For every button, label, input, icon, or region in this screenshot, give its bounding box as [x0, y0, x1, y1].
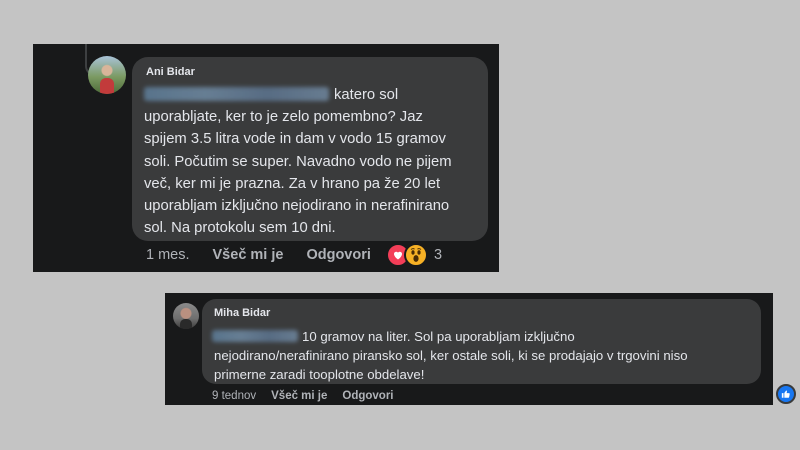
comment-panel: Ani Bidar katero sol uporabljate, ker to…: [33, 44, 499, 272]
comment-bubble: Miha Bidar 10 gramov na liter. Sol pa up…: [202, 299, 796, 404]
like-icon: [776, 384, 796, 404]
comment-timestamp[interactable]: 9 tednov: [212, 390, 256, 402]
comment-bubble: Ani Bidar katero sol uporabljate, ker to…: [132, 57, 488, 241]
reaction-summary[interactable]: [776, 384, 796, 404]
comment-timestamp[interactable]: 1 mes.: [146, 247, 190, 263]
avatar[interactable]: [88, 56, 126, 94]
comment-actions: 9 tednov Všeč mi je Odgovori: [212, 387, 394, 405]
comment-text: katero sol uporabljate, ker to je zelo p…: [144, 87, 452, 237]
comment-text: 10 gramov na liter. Sol pa uporabljam iz…: [214, 329, 688, 382]
reply-button[interactable]: Odgovori: [342, 390, 393, 402]
reaction-count: 3: [434, 247, 443, 263]
avatar[interactable]: [173, 303, 199, 329]
comment-author[interactable]: Ani Bidar: [146, 66, 195, 78]
reply-button[interactable]: Odgovori: [306, 247, 370, 263]
comment-panel: Miha Bidar 10 gramov na liter. Sol pa up…: [165, 293, 796, 405]
like-button[interactable]: Všeč mi je: [271, 390, 327, 402]
reaction-summary[interactable]: 3: [386, 243, 442, 267]
comment-actions: 1 mes. Všeč mi je Odgovori: [146, 243, 371, 267]
comment-author[interactable]: Miha Bidar: [214, 307, 270, 319]
wow-icon: [404, 243, 428, 267]
like-button[interactable]: Všeč mi je: [213, 247, 284, 263]
